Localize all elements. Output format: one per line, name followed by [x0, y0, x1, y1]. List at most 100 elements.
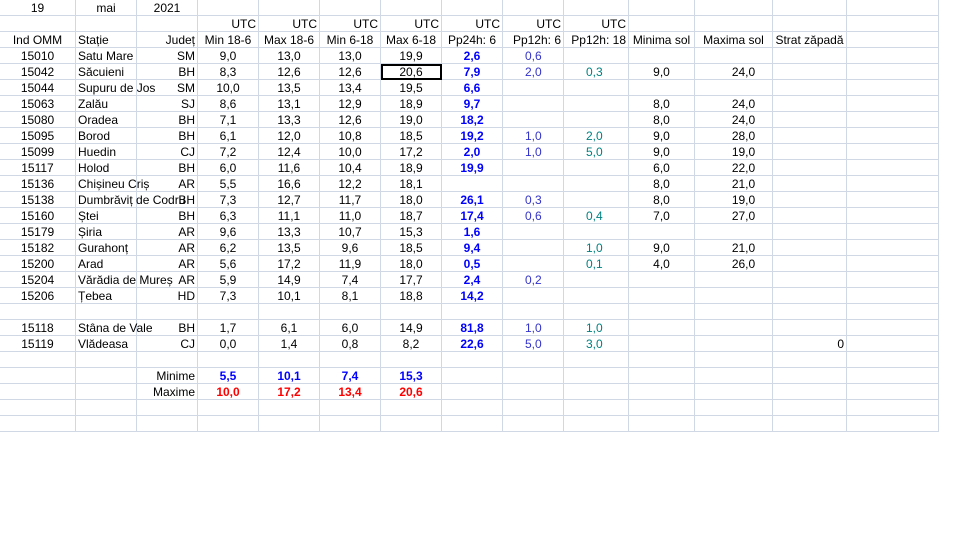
- cell-min18-6[interactable]: 6,3: [198, 208, 259, 224]
- cell-pp12-6[interactable]: [503, 224, 564, 240]
- cell-ind[interactable]: 15080: [0, 112, 76, 128]
- cell-pp24[interactable]: 18,2: [442, 112, 503, 128]
- cell-judet[interactable]: AR: [137, 176, 198, 192]
- cell-min6-18[interactable]: 10,8: [320, 128, 381, 144]
- cell-min-sol[interactable]: 4,0: [629, 256, 695, 272]
- cell-statie[interactable]: Arad: [76, 256, 137, 272]
- cell-pp24[interactable]: 2,0: [442, 144, 503, 160]
- empty-cell[interactable]: [0, 384, 76, 400]
- empty-cell[interactable]: [847, 80, 939, 96]
- cell-max18-6[interactable]: 1,4: [259, 336, 320, 352]
- empty-cell[interactable]: [76, 400, 137, 416]
- cell-pp12-18[interactable]: [564, 112, 629, 128]
- utc-label[interactable]: UTC: [442, 16, 503, 32]
- empty-cell[interactable]: [564, 400, 629, 416]
- cell-statie[interactable]: Țebea: [76, 288, 137, 304]
- cell-statie[interactable]: Chișineu Criș: [76, 176, 149, 192]
- cell-max-sol[interactable]: 26,0: [695, 256, 773, 272]
- cell-zapada[interactable]: [773, 240, 847, 256]
- cell-pp12-6[interactable]: [503, 160, 564, 176]
- cell-ind[interactable]: [0, 304, 76, 320]
- cell-max18-6[interactable]: [259, 304, 320, 320]
- empty-cell[interactable]: [564, 368, 629, 384]
- cell-min6-18[interactable]: 7,4: [320, 272, 381, 288]
- cell-zapada[interactable]: [773, 176, 847, 192]
- utc-label[interactable]: UTC: [564, 16, 629, 32]
- summary-minime-label[interactable]: Minime: [137, 368, 198, 384]
- cell-judet[interactable]: AR: [137, 224, 198, 240]
- empty-cell[interactable]: [442, 400, 503, 416]
- cell-judet[interactable]: SM: [137, 80, 198, 96]
- cell-max18-6[interactable]: 13,1: [259, 96, 320, 112]
- cell-min-sol[interactable]: [629, 304, 695, 320]
- empty-cell[interactable]: [259, 416, 320, 432]
- cell-ind[interactable]: 15206: [0, 288, 76, 304]
- empty-cell[interactable]: [381, 400, 442, 416]
- empty-cell[interactable]: [320, 0, 381, 16]
- empty-cell[interactable]: [629, 352, 695, 368]
- cell-min18-6[interactable]: 5,6: [198, 256, 259, 272]
- empty-cell[interactable]: [76, 416, 137, 432]
- cell-judet[interactable]: BH: [137, 128, 198, 144]
- empty-cell[interactable]: [629, 368, 695, 384]
- cell-max6-18[interactable]: 18,9: [381, 96, 442, 112]
- empty-cell[interactable]: [442, 0, 503, 16]
- cell-judet[interactable]: BH: [137, 112, 198, 128]
- header-max-sol[interactable]: Maxima sol: [695, 32, 773, 48]
- empty-cell[interactable]: [847, 384, 939, 400]
- empty-cell[interactable]: [198, 400, 259, 416]
- cell-max-sol[interactable]: [695, 80, 773, 96]
- empty-cell[interactable]: [503, 0, 564, 16]
- cell-ind[interactable]: 15138: [0, 192, 76, 208]
- empty-cell[interactable]: [847, 320, 939, 336]
- cell-ind[interactable]: 15119: [0, 336, 76, 352]
- header-max6-18[interactable]: Max 6-18: [381, 32, 442, 48]
- cell-pp12-18[interactable]: 3,0: [564, 336, 629, 352]
- cell-max18-6[interactable]: 11,6: [259, 160, 320, 176]
- cell-pp12-6[interactable]: 0,6: [503, 48, 564, 64]
- cell-pp24[interactable]: 81,8: [442, 320, 503, 336]
- cell-max-sol[interactable]: 21,0: [695, 176, 773, 192]
- cell-max-sol[interactable]: [695, 48, 773, 64]
- empty-cell[interactable]: [847, 0, 939, 16]
- cell-pp12-18[interactable]: 1,0: [564, 320, 629, 336]
- summary-maxime-min18-6[interactable]: 10,0: [198, 384, 259, 400]
- cell-max6-18[interactable]: 18,7: [381, 208, 442, 224]
- header-pp24[interactable]: Pp24h: 6: [442, 32, 503, 48]
- cell-min-sol[interactable]: [629, 288, 695, 304]
- empty-cell[interactable]: [259, 0, 320, 16]
- cell-min18-6[interactable]: 10,0: [198, 80, 259, 96]
- cell-max6-18[interactable]: 18,5: [381, 128, 442, 144]
- cell-pp12-18[interactable]: 0,1: [564, 256, 629, 272]
- cell-max18-6[interactable]: 17,2: [259, 256, 320, 272]
- cell-pp24[interactable]: 26,1: [442, 192, 503, 208]
- cell-pp12-6[interactable]: [503, 256, 564, 272]
- cell-max6-18[interactable]: 19,5: [381, 80, 442, 96]
- cell-ind[interactable]: 15063: [0, 96, 76, 112]
- cell-ind[interactable]: 15010: [0, 48, 76, 64]
- empty-cell[interactable]: [76, 368, 137, 384]
- cell-max6-18[interactable]: 18,0: [381, 256, 442, 272]
- cell-min18-6[interactable]: 0,0: [198, 336, 259, 352]
- cell-max18-6[interactable]: 13,3: [259, 112, 320, 128]
- cell-max6-18[interactable]: 8,2: [381, 336, 442, 352]
- cell-pp12-6[interactable]: 0,2: [503, 272, 564, 288]
- cell-min6-18[interactable]: 6,0: [320, 320, 381, 336]
- cell-ind[interactable]: 15160: [0, 208, 76, 224]
- empty-cell[interactable]: [847, 272, 939, 288]
- cell-pp12-18[interactable]: [564, 224, 629, 240]
- cell-ind[interactable]: 15095: [0, 128, 76, 144]
- cell-min6-18[interactable]: 9,6: [320, 240, 381, 256]
- empty-cell[interactable]: [137, 400, 198, 416]
- cell-zapada[interactable]: [773, 288, 847, 304]
- cell-min6-18[interactable]: 0,8: [320, 336, 381, 352]
- header-zapada[interactable]: Strat zăpadă: [773, 32, 847, 48]
- cell-min6-18[interactable]: 12,6: [320, 64, 381, 80]
- empty-cell[interactable]: [381, 352, 442, 368]
- empty-cell[interactable]: [847, 48, 939, 64]
- cell-pp12-18[interactable]: [564, 48, 629, 64]
- cell-pp12-6[interactable]: 1,0: [503, 320, 564, 336]
- cell-min-sol[interactable]: [629, 272, 695, 288]
- empty-cell[interactable]: [847, 128, 939, 144]
- cell-pp24[interactable]: 9,7: [442, 96, 503, 112]
